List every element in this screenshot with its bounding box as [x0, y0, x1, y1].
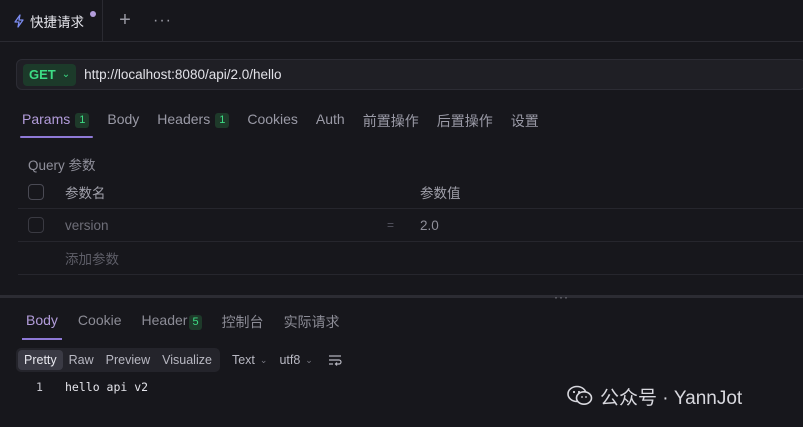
tab-label: 后置操作: [436, 113, 493, 129]
format-visualize[interactable]: Visualize: [156, 350, 218, 370]
select-value: utf8: [279, 353, 301, 367]
tab-label: Headers: [157, 111, 211, 127]
code-line: hello api v2: [65, 380, 149, 394]
tab-headers[interactable]: Headers 1: [151, 104, 235, 138]
tab-label: 设置: [510, 113, 539, 129]
content-type-select[interactable]: Text ⌄: [232, 353, 267, 367]
tab-settings[interactable]: 设置: [505, 104, 545, 138]
url-bar: GET ⌄ http://localhost:8080/api/2.0/hell…: [16, 59, 803, 90]
tab-response-body[interactable]: Body: [20, 306, 64, 340]
tab-cookies[interactable]: Cookies: [241, 104, 304, 138]
format-toolbar: Pretty Raw Preview Visualize Text ⌄ utf8…: [16, 348, 343, 372]
line-number: 1: [36, 380, 43, 394]
tab-label: Body: [107, 111, 140, 127]
add-param-field[interactable]: 添加参数: [65, 248, 119, 268]
tab-post-operations[interactable]: 后置操作: [431, 104, 499, 138]
format-segmented-control: Pretty Raw Preview Visualize: [16, 348, 220, 372]
request-tabs: Params 1 Body Headers 1 Cookies Auth 前置操…: [16, 104, 551, 138]
tab-pre-operations[interactable]: 前置操作: [357, 104, 425, 138]
table-header-row: 参数名 参数值: [18, 176, 803, 209]
add-tab-button[interactable]: +: [115, 9, 135, 31]
tab-console[interactable]: 控制台: [216, 306, 270, 340]
watermark: 公众号 · YannJot: [566, 383, 742, 409]
drag-handle-icon[interactable]: ···: [554, 290, 569, 304]
tab-label: Body: [26, 312, 58, 328]
tab-label: 快捷请求: [30, 14, 84, 30]
table-row: version = 2.0: [18, 209, 803, 242]
count-badge: 5: [189, 315, 202, 330]
param-value-field[interactable]: 2.0: [420, 218, 439, 233]
params-table: 参数名 参数值 version = 2.0 添加参数: [18, 176, 803, 275]
pane-splitter[interactable]: [0, 295, 803, 298]
column-header-name: 参数名: [65, 186, 106, 201]
response-tabs: Body Cookie Header 5 控制台 实际请求: [20, 306, 354, 340]
more-icon[interactable]: ···: [153, 12, 172, 30]
tab-label: Cookie: [77, 312, 122, 328]
count-badge: 1: [215, 113, 230, 128]
format-raw[interactable]: Raw: [63, 350, 100, 370]
method-select[interactable]: GET ⌄: [23, 63, 77, 86]
format-preview[interactable]: Preview: [100, 350, 156, 370]
tab-label: 前置操作: [362, 113, 419, 129]
wechat-icon: [566, 384, 594, 408]
equals-sign: =: [387, 218, 395, 232]
tab-label: 实际请求: [283, 314, 340, 330]
tab-actual-request[interactable]: 实际请求: [278, 306, 346, 340]
select-all-checkbox[interactable]: [28, 184, 44, 200]
tab-auth[interactable]: Auth: [310, 104, 351, 138]
count-badge: 1: [75, 113, 90, 128]
tab-label: Header: [141, 312, 188, 328]
tab-quick-request[interactable]: 快捷请求: [0, 0, 103, 42]
tab-label: Cookies: [247, 111, 298, 127]
tab-label: 控制台: [221, 314, 264, 330]
encoding-select[interactable]: utf8 ⌄: [279, 353, 312, 367]
tab-body[interactable]: Body: [101, 104, 145, 138]
tab-bar: 快捷请求 + ···: [0, 0, 803, 42]
add-param-row: 添加参数: [18, 242, 803, 275]
format-pretty[interactable]: Pretty: [18, 350, 63, 370]
tab-label: Params: [22, 111, 71, 127]
tab-params[interactable]: Params 1: [16, 104, 95, 138]
param-name-field[interactable]: version: [65, 218, 109, 233]
row-checkbox[interactable]: [28, 217, 44, 233]
unsaved-dot: [90, 10, 96, 17]
chevron-down-icon: ⌄: [61, 69, 71, 80]
column-header-value: 参数值: [420, 186, 461, 201]
watermark-text: 公众号 · YannJot: [600, 387, 743, 409]
query-section-label: Query 参数: [28, 158, 96, 173]
chevron-down-icon: ⌄: [259, 354, 268, 365]
url-input[interactable]: http://localhost:8080/api/2.0/hello: [84, 67, 281, 82]
tab-response-header[interactable]: Header 5: [136, 306, 208, 340]
lightning-icon: [12, 13, 26, 28]
select-value: Text: [231, 353, 255, 367]
chevron-down-icon: ⌄: [305, 354, 313, 365]
tab-response-cookie[interactable]: Cookie: [72, 306, 128, 340]
word-wrap-icon[interactable]: [327, 353, 343, 367]
method-label: GET: [29, 67, 56, 82]
tab-label: Auth: [315, 111, 345, 127]
